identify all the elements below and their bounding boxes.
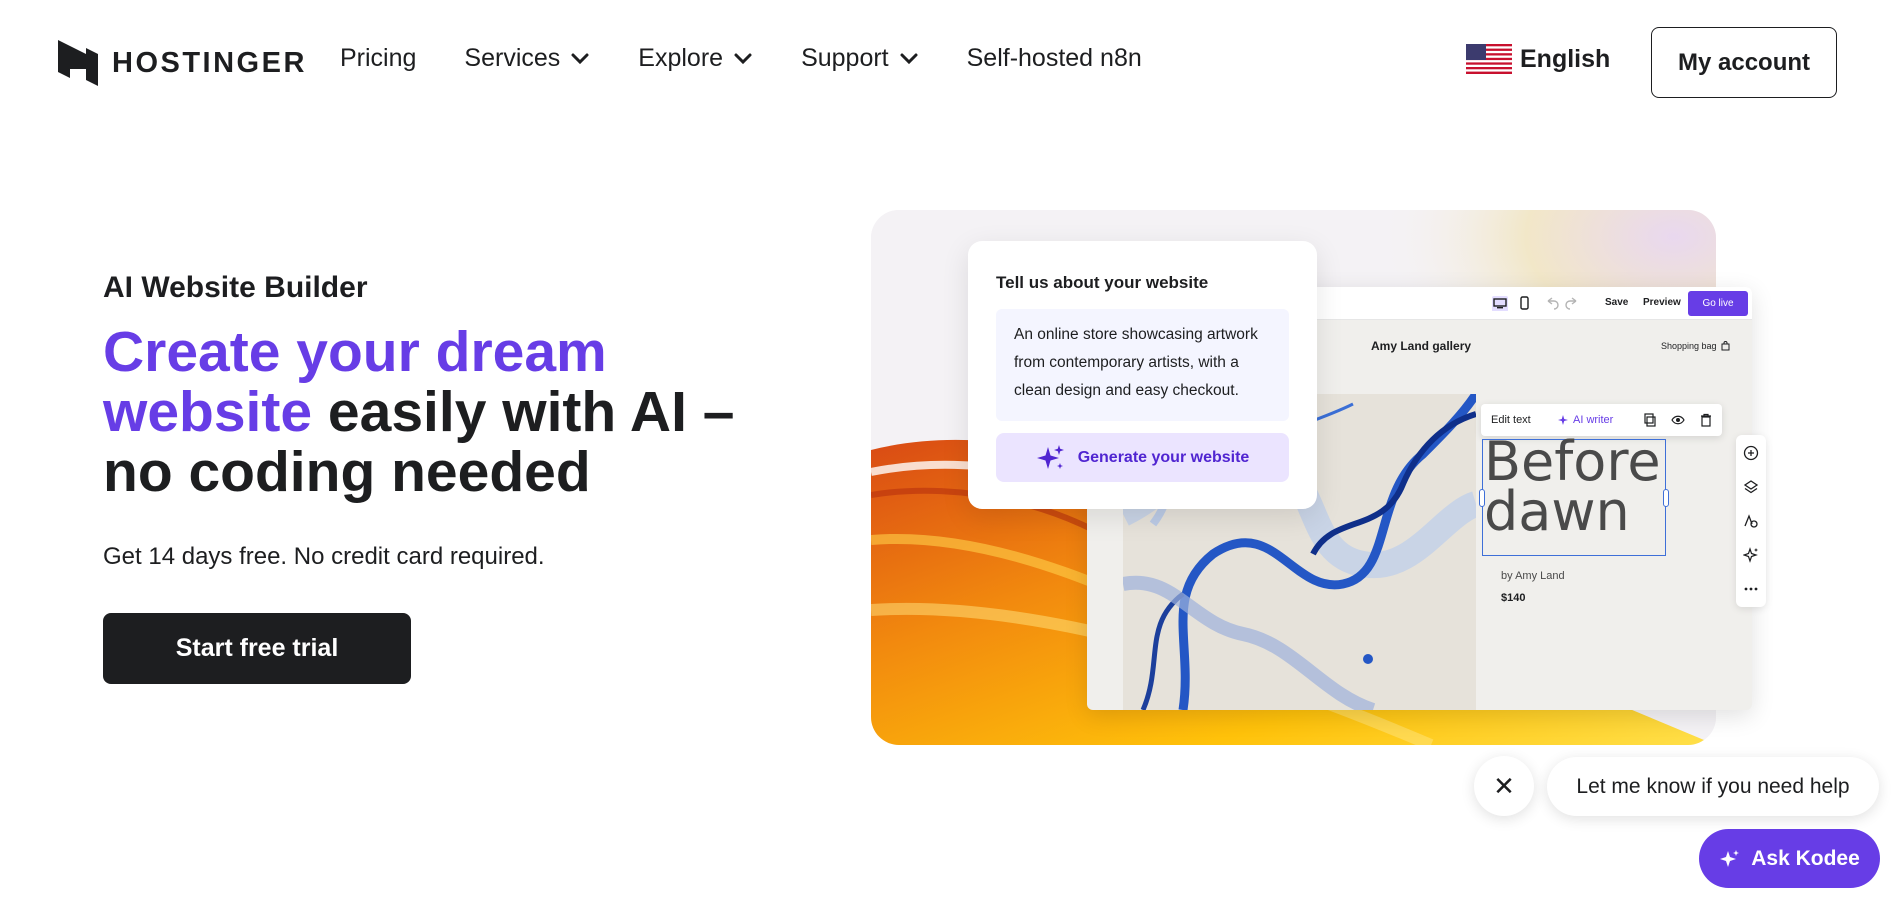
main-nav: Pricing Services Explore Support Self-ho…: [340, 44, 1190, 73]
artwork-price: $140: [1501, 592, 1526, 604]
kodee-icon: [1720, 849, 1740, 867]
editor-side-toolbar: [1736, 435, 1766, 607]
hostinger-logo[interactable]: HOSTINGER: [58, 40, 307, 86]
prompt-card-title: Tell us about your website: [996, 273, 1209, 292]
preview-button[interactable]: Preview: [1643, 297, 1681, 308]
shopping-bag-link[interactable]: Shopping bag: [1661, 341, 1730, 351]
ai-sparkle-icon[interactable]: [1743, 547, 1759, 563]
start-free-trial-button[interactable]: Start free trial: [103, 613, 411, 684]
chat-close-button[interactable]: ✕: [1474, 756, 1534, 816]
artwork-title: Before dawn: [1484, 430, 1661, 543]
nav-item-explore[interactable]: Explore: [638, 44, 753, 73]
website-prompt-card: Tell us about your website An online sto…: [968, 241, 1317, 509]
shopping-bag-label: Shopping bag: [1661, 341, 1717, 351]
nav-item-label: Explore: [638, 44, 724, 72]
generate-website-label: Generate your website: [1077, 448, 1250, 466]
styles-icon[interactable]: [1743, 513, 1759, 529]
redo-icon[interactable]: [1563, 295, 1581, 311]
hero-subtitle: Get 14 days free. No credit card require…: [103, 543, 545, 570]
go-live-button[interactable]: Go live: [1688, 291, 1748, 316]
nav-item-self-hosted-n8n[interactable]: Self-hosted n8n: [967, 44, 1142, 73]
trash-icon[interactable]: [1699, 413, 1713, 427]
generate-website-button[interactable]: Generate your website: [996, 433, 1289, 482]
eye-icon[interactable]: [1671, 413, 1685, 427]
desktop-icon[interactable]: [1491, 295, 1509, 311]
brand-name: HOSTINGER: [112, 46, 307, 79]
mobile-icon[interactable]: [1515, 295, 1533, 311]
layers-icon[interactable]: [1743, 479, 1759, 495]
chevron-down-icon: [734, 53, 752, 64]
site-title: Amy Land gallery: [1371, 339, 1472, 353]
more-icon[interactable]: [1743, 581, 1759, 597]
nav-item-label: Support: [801, 44, 889, 72]
nav-item-support[interactable]: Support: [801, 44, 919, 73]
nav-item-label: Services: [464, 44, 561, 72]
sparkle-icon: [1558, 415, 1568, 425]
undo-icon[interactable]: [1543, 295, 1561, 311]
chat-message-bubble: Let me know if you need help: [1547, 757, 1879, 816]
chevron-down-icon: [900, 53, 918, 64]
nav-item-services[interactable]: Services: [464, 44, 590, 73]
nav-item-label: Pricing: [340, 44, 417, 72]
save-button[interactable]: Save: [1605, 297, 1628, 308]
prompt-description-field[interactable]: An online store showcasing artwork from …: [996, 309, 1289, 421]
ai-writer-button[interactable]: AI writer: [1573, 414, 1613, 426]
site-header: HOSTINGER Pricing Services Explore Suppo…: [0, 0, 1893, 124]
nav-item-pricing[interactable]: Pricing: [340, 44, 416, 73]
hero-eyebrow: AI Website Builder: [103, 271, 368, 304]
us-flag-icon: [1466, 44, 1512, 74]
language-selector[interactable]: English: [1466, 44, 1610, 74]
chat-message-text: Let me know if you need help: [1576, 774, 1850, 798]
artwork-byline: by Amy Land: [1501, 570, 1565, 582]
ask-kodee-label: Ask Kodee: [1751, 846, 1860, 870]
copy-icon[interactable]: [1643, 413, 1657, 427]
language-label: English: [1520, 44, 1611, 73]
add-circle-icon[interactable]: [1743, 445, 1759, 461]
bag-icon: [1721, 341, 1730, 351]
nav-item-label: Self-hosted n8n: [966, 44, 1142, 72]
hostinger-logo-icon: [58, 40, 98, 86]
edit-text-button[interactable]: Edit text: [1491, 414, 1531, 426]
my-account-button[interactable]: My account: [1651, 27, 1837, 98]
chevron-down-icon: [571, 53, 589, 64]
hero-headline: Create your dream website easily with AI…: [103, 322, 763, 502]
ask-kodee-button[interactable]: Ask Kodee: [1699, 829, 1880, 888]
sparkle-icon: [1036, 444, 1064, 469]
